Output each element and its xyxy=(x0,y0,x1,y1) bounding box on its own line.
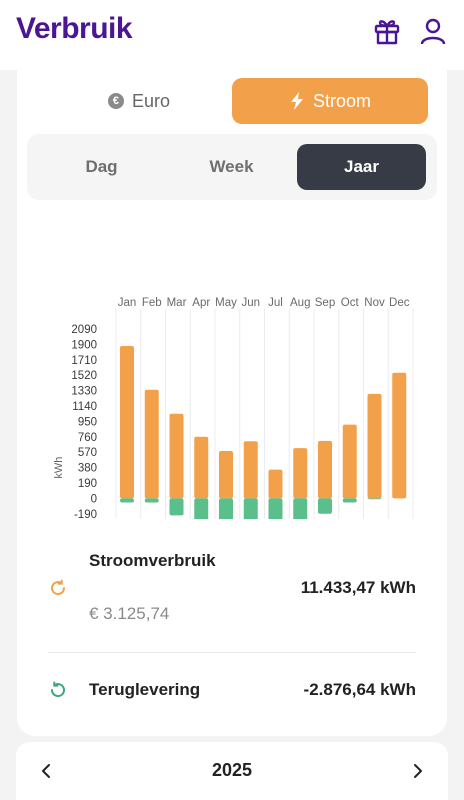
return-bar xyxy=(169,498,184,516)
teruglevering-label: Teruglevering xyxy=(89,680,201,699)
y-tick-label: 2090 xyxy=(71,324,97,336)
x-tick-label: Nov xyxy=(364,297,385,309)
return-bar xyxy=(268,498,283,519)
euro-toggle-button[interactable]: € Euro xyxy=(64,78,214,124)
refresh-icon xyxy=(51,579,66,596)
return-bar xyxy=(120,498,134,503)
stroom-toggle-button[interactable]: Stroom xyxy=(232,78,428,124)
euro-icon: € xyxy=(107,93,124,109)
y-axis-label: kWh xyxy=(53,457,65,479)
y-tick-label: 1710 xyxy=(71,355,97,367)
app-header: Verbruik xyxy=(0,0,464,70)
usage-bar xyxy=(293,448,308,499)
x-tick-label: May xyxy=(215,297,237,309)
usage-bar xyxy=(169,413,184,499)
usage-bar xyxy=(318,440,332,499)
x-tick-label: Dec xyxy=(389,297,410,309)
usage-bar xyxy=(342,424,357,499)
usage-bar-chart: Jan Feb Mar Apr May Jun Jul Aug Sep Oct Nov Dec 2090… xyxy=(53,297,414,519)
year-pager: 2025 xyxy=(16,742,448,800)
divider xyxy=(48,652,416,653)
usage-bar xyxy=(194,436,209,499)
page-title: Verbruik xyxy=(16,12,133,45)
return-bar xyxy=(367,498,382,500)
usage-bar xyxy=(392,372,407,499)
x-tick-label: Feb xyxy=(142,297,162,309)
usage-bar xyxy=(144,389,159,499)
euro-label: Euro xyxy=(131,90,171,111)
y-tick-label: 570 xyxy=(78,447,97,459)
usage-bar xyxy=(243,441,258,499)
return-bar xyxy=(144,498,159,503)
stroom-label: Stroom xyxy=(312,90,372,111)
y-tick-label: 190 xyxy=(78,478,97,490)
user-icon[interactable] xyxy=(418,16,448,46)
return-bar xyxy=(194,498,209,519)
y-tick-label: -190 xyxy=(74,509,97,519)
chevron-right-icon[interactable] xyxy=(408,761,428,781)
x-tick-label: Jul xyxy=(268,297,283,309)
usage-bar xyxy=(120,346,134,499)
y-tick-label: 1330 xyxy=(71,386,97,398)
x-tick-label: Jan xyxy=(118,297,137,309)
return-bar xyxy=(243,498,258,519)
gift-icon[interactable] xyxy=(372,16,402,46)
y-tick-label: 1140 xyxy=(72,401,97,413)
return-icon xyxy=(50,681,65,698)
year-label: 2025 xyxy=(211,760,253,780)
x-tick-label: Oct xyxy=(341,297,360,309)
usage-bar xyxy=(268,469,283,499)
usage-bar xyxy=(367,393,382,499)
y-tick-label: 1520 xyxy=(71,370,97,382)
y-tick-label: 1900 xyxy=(71,339,97,351)
return-bar xyxy=(342,498,357,503)
period-selector: Dag Week Jaar xyxy=(27,134,437,200)
y-tick-label: 760 xyxy=(78,432,97,444)
x-tick-label: Mar xyxy=(167,297,187,309)
return-bar xyxy=(219,498,233,519)
tab-jaar[interactable]: Jaar xyxy=(297,144,426,190)
return-bar xyxy=(293,498,308,519)
usage-card: € Euro Stroom Dag Week Jaar Jan Feb Mar Apr… xyxy=(17,64,447,736)
stroomverbruik-cost: € 3.125,74 xyxy=(89,604,170,623)
x-tick-label: Aug xyxy=(290,297,310,309)
usage-bar xyxy=(219,450,233,499)
y-tick-label: 380 xyxy=(78,463,97,475)
stroomverbruik-value: 11.433,47 kWh xyxy=(300,578,416,597)
return-bar xyxy=(318,498,332,514)
tab-week[interactable]: Week xyxy=(167,144,296,190)
y-tick-label: 0 xyxy=(91,493,97,505)
tab-dag[interactable]: Dag xyxy=(37,144,166,190)
lightning-icon xyxy=(290,92,303,110)
x-tick-label: Apr xyxy=(192,297,210,309)
x-tick-label: Sep xyxy=(315,297,335,309)
stroomverbruik-label: Stroomverbruik xyxy=(89,551,216,570)
teruglevering-value: -2.876,64 kWh xyxy=(303,680,416,699)
y-tick-label: 950 xyxy=(78,416,97,428)
x-tick-label: Jun xyxy=(241,297,260,309)
